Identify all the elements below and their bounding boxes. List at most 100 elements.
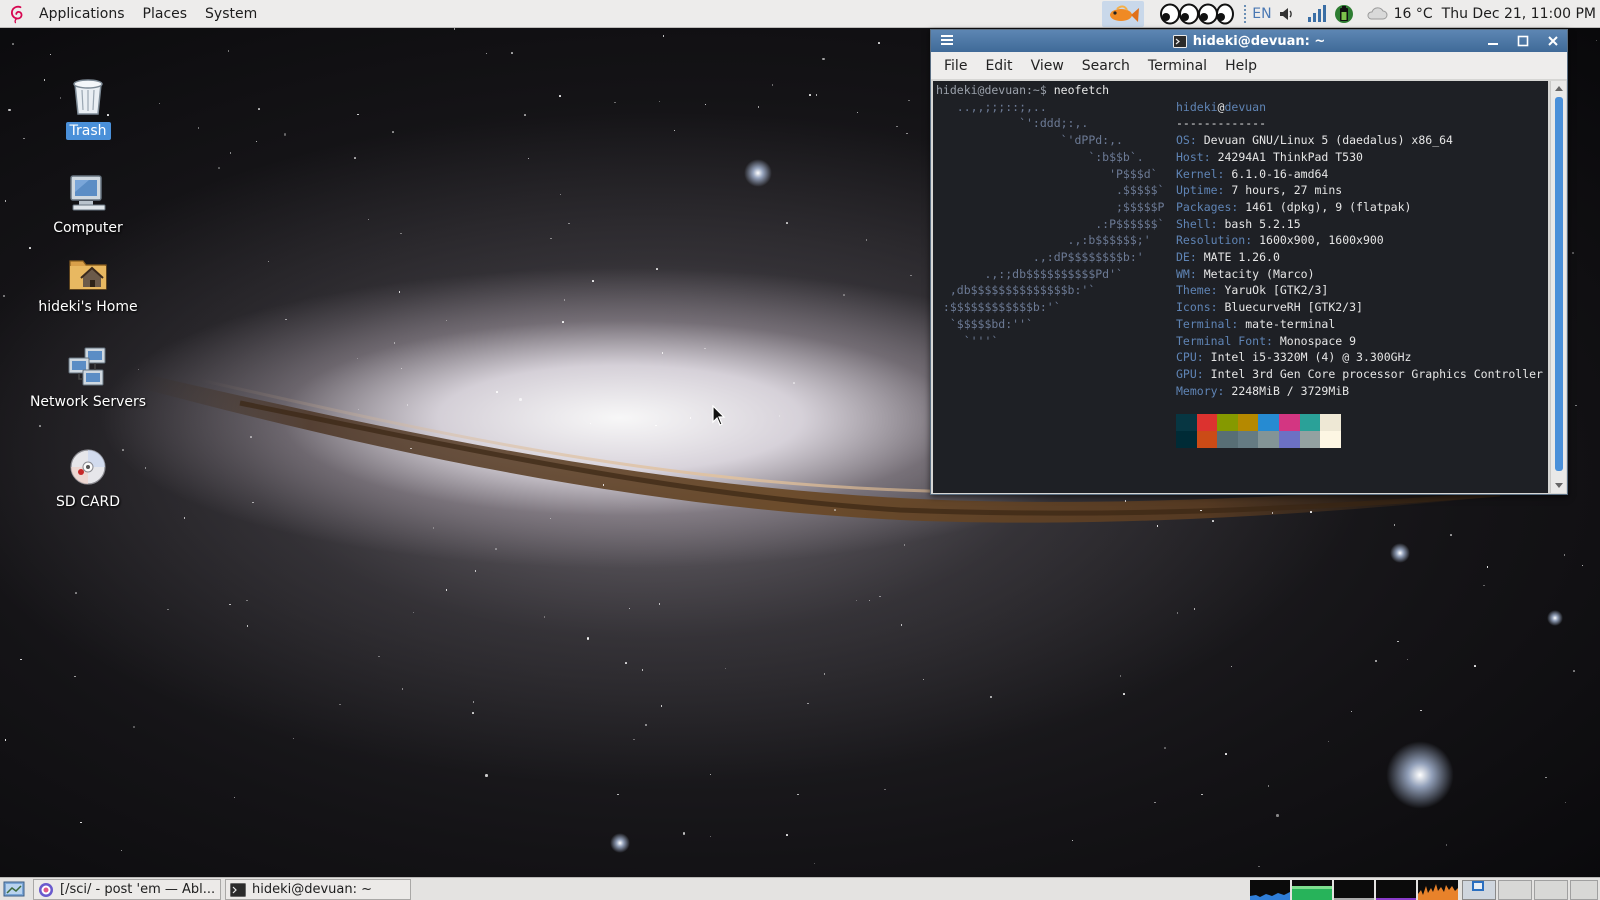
- ascii-art-line: ;$$$$$P: [936, 199, 1165, 214]
- star: [834, 509, 836, 511]
- ascii-art-line: `'dPPd:,.: [936, 133, 1123, 148]
- cpu-load-graph[interactable]: [1250, 880, 1290, 900]
- star: [1225, 753, 1227, 755]
- shell-command: neofetch: [1053, 83, 1110, 97]
- neofetch-colon: :: [1217, 183, 1232, 198]
- menu-view[interactable]: View: [1022, 58, 1073, 74]
- maximize-icon: [1517, 35, 1529, 47]
- neofetch-value: 2248MiB / 3729MiB: [1231, 383, 1350, 398]
- menu-places[interactable]: Places: [134, 0, 197, 28]
- neofetch-colon: :: [1196, 366, 1211, 381]
- neofetch-row: Uptime: 7 hours, 27 mins: [1176, 182, 1342, 199]
- star: [1267, 785, 1270, 787]
- star: [354, 157, 356, 159]
- star: [823, 673, 826, 675]
- disk-load-graph[interactable]: [1418, 880, 1458, 900]
- taskbar-button-terminal[interactable]: hideki@devuan: ~: [225, 879, 411, 900]
- window-titlebar[interactable]: hideki@devuan: ~: [931, 30, 1567, 52]
- desktop-icon-computer[interactable]: Computer: [18, 171, 158, 237]
- desktop-icon-home[interactable]: hideki's Home: [18, 250, 158, 316]
- clock[interactable]: Thu Dec 21, 11:00 PM: [1442, 6, 1596, 22]
- star: [474, 570, 477, 572]
- eyes-applet-icon[interactable]: [1159, 3, 1235, 25]
- battery-icon[interactable]: [1333, 3, 1355, 25]
- menu-help[interactable]: Help: [1216, 58, 1266, 74]
- star: [625, 662, 627, 664]
- menu-terminal[interactable]: Terminal: [1139, 58, 1216, 74]
- workspace-switcher-4[interactable]: [1570, 880, 1598, 900]
- desktop-icon-network-servers[interactable]: Network Servers: [18, 345, 158, 411]
- neofetch-value: MATE 1.26.0: [1203, 250, 1280, 264]
- menu-system[interactable]: System: [196, 0, 266, 28]
- neofetch-key: Host: [1176, 149, 1204, 164]
- maximize-button[interactable]: [1515, 33, 1531, 49]
- scrollbar-thumb[interactable]: [1555, 97, 1563, 471]
- minimize-button[interactable]: [1485, 33, 1501, 49]
- taskbar-button-browser[interactable]: [/sci/ - post 'em — Abl...: [33, 879, 221, 900]
- temperature-readout[interactable]: 16 °C: [1394, 6, 1433, 22]
- star: [401, 688, 404, 690]
- swap-load-graph[interactable]: [1376, 880, 1416, 900]
- close-button[interactable]: [1545, 33, 1561, 49]
- workspace-switcher-1[interactable]: [1462, 880, 1496, 900]
- neofetch-value: 6.1.0-16-amd64: [1231, 166, 1329, 181]
- terminal-window[interactable]: hideki@devuan: ~ File Edit View Search T…: [930, 29, 1568, 495]
- neofetch-row: Terminal: mate-terminal: [1176, 316, 1335, 333]
- menu-file[interactable]: File: [935, 58, 976, 74]
- neofetch-value: YaruOk [GTK2/3]: [1224, 283, 1329, 298]
- volume-icon[interactable]: [1278, 5, 1296, 23]
- palette-swatch: [1237, 414, 1259, 431]
- neofetch-value: bash 5.2.15: [1224, 216, 1301, 231]
- star: [1327, 740, 1329, 743]
- menu-edit[interactable]: Edit: [976, 58, 1021, 74]
- terminal-scrollbar[interactable]: [1550, 81, 1566, 493]
- weather-cloud-icon[interactable]: [1366, 5, 1388, 23]
- neofetch-key: DE: [1176, 250, 1190, 264]
- menu-search[interactable]: Search: [1073, 58, 1139, 74]
- workspace-switcher-3[interactable]: [1534, 880, 1568, 900]
- terminal-output[interactable]: hideki@devuan:~$ neofetch ..,,;;;::;,.. …: [933, 81, 1548, 493]
- star: [771, 84, 774, 86]
- main-menu-bar: Applications Places System: [0, 0, 266, 28]
- scroll-up-icon[interactable]: [1554, 84, 1564, 92]
- desktop-icon-trash[interactable]: Trash: [18, 74, 158, 140]
- neofetch-key: CPU: [1176, 350, 1197, 365]
- workspace-switcher-2[interactable]: [1498, 880, 1532, 900]
- desktop-icon-sd-card[interactable]: SD CARD: [18, 445, 158, 511]
- star: [1545, 776, 1547, 779]
- keyboard-layout-indicator[interactable]: EN: [1252, 6, 1271, 22]
- show-desktop-icon[interactable]: [3, 879, 25, 899]
- star: [1486, 566, 1489, 568]
- star: [559, 95, 561, 97]
- palette-swatch: [1279, 414, 1300, 431]
- neofetch-header: hideki@devuan: [1176, 99, 1266, 116]
- neofetch-row: Theme: YaruOk [GTK2/3]: [1176, 282, 1328, 299]
- neofetch-row: Terminal Font: Monospace 9: [1176, 333, 1356, 350]
- network-load-graph[interactable]: [1334, 880, 1374, 900]
- terminal-icon: [1172, 34, 1187, 48]
- network-signal-icon[interactable]: [1307, 5, 1327, 23]
- star: [757, 106, 760, 108]
- color-palette: [1176, 414, 1341, 448]
- neofetch-key: Shell: [1176, 216, 1211, 231]
- star: [1474, 665, 1476, 667]
- star: [815, 94, 818, 96]
- neofetch-colon: :: [1210, 283, 1225, 298]
- star: [843, 294, 845, 296]
- star: [495, 548, 497, 550]
- star: [1575, 404, 1577, 407]
- scroll-down-icon[interactable]: [1554, 482, 1564, 490]
- memory-load-graph[interactable]: [1292, 880, 1332, 900]
- neofetch-key: Uptime: [1176, 183, 1218, 198]
- ascii-art-line: .,:b$$$$$$;': [936, 233, 1151, 248]
- goldfish-applet-icon[interactable]: [1102, 1, 1145, 27]
- star: [1258, 865, 1260, 868]
- star: [39, 425, 41, 427]
- neofetch-value: BluecurveRH [GTK2/3]: [1224, 300, 1363, 315]
- window-menu-icon[interactable]: [941, 34, 953, 46]
- star: [1310, 511, 1312, 513]
- menu-applications[interactable]: Applications: [30, 0, 134, 28]
- star: [197, 127, 200, 129]
- star: [662, 35, 665, 37]
- neofetch-colon: :: [1217, 383, 1232, 398]
